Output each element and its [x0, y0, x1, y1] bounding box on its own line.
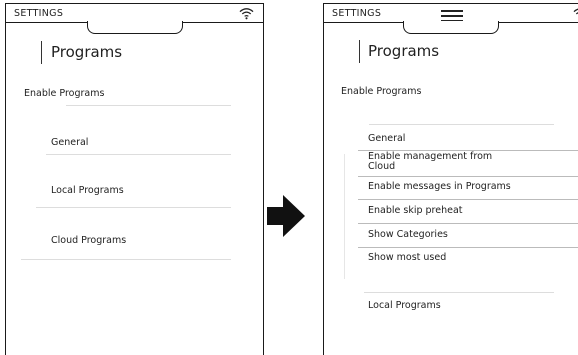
enable-programs-toggle[interactable]: Enable Programs: [24, 88, 104, 99]
wifi-icon: [239, 8, 254, 20]
divider: [21, 259, 231, 260]
divider: [358, 199, 578, 200]
divider: [358, 176, 578, 177]
option-enable-messages-in-programs[interactable]: Enable messages in Programs: [368, 181, 511, 192]
header-notch: [403, 21, 499, 34]
divider: [364, 292, 554, 293]
divider: [369, 124, 554, 125]
divider: [66, 105, 231, 106]
menu-item-local-programs[interactable]: Local Programs: [51, 185, 124, 196]
option-show-categories[interactable]: Show Categories: [368, 229, 448, 240]
header-notch: [86, 21, 183, 34]
menu-item-general[interactable]: General: [51, 137, 88, 148]
divider: [358, 247, 578, 248]
page-title: Programs: [368, 42, 440, 60]
enable-programs-toggle[interactable]: Enable Programs: [341, 86, 421, 97]
menu-item-local-programs[interactable]: Local Programs: [368, 300, 441, 311]
status-title: SETTINGS: [14, 8, 64, 19]
group-indent-line: [344, 154, 345, 279]
right-arrow-icon: [267, 195, 305, 237]
divider: [358, 223, 578, 224]
page-title: Programs: [51, 43, 123, 61]
title-marker: [359, 40, 360, 63]
divider: [46, 154, 231, 155]
menu-item-general[interactable]: General: [368, 133, 405, 144]
left-settings-screen: SETTINGS Programs Enable Programs Genera…: [5, 3, 264, 355]
status-title: SETTINGS: [332, 8, 382, 19]
menu-item-cloud-programs[interactable]: Cloud Programs: [51, 235, 126, 246]
option-enable-skip-preheat[interactable]: Enable skip preheat: [368, 205, 463, 216]
option-show-most-used[interactable]: Show most used: [368, 252, 446, 263]
title-marker: [41, 41, 42, 64]
option-enable-management-from-cloud[interactable]: Enable management from Cloud: [368, 152, 492, 172]
right-settings-screen: SETTINGS Programs Enable Programs Genera…: [323, 3, 578, 355]
wifi-icon: [573, 8, 578, 15]
divider: [36, 207, 231, 208]
